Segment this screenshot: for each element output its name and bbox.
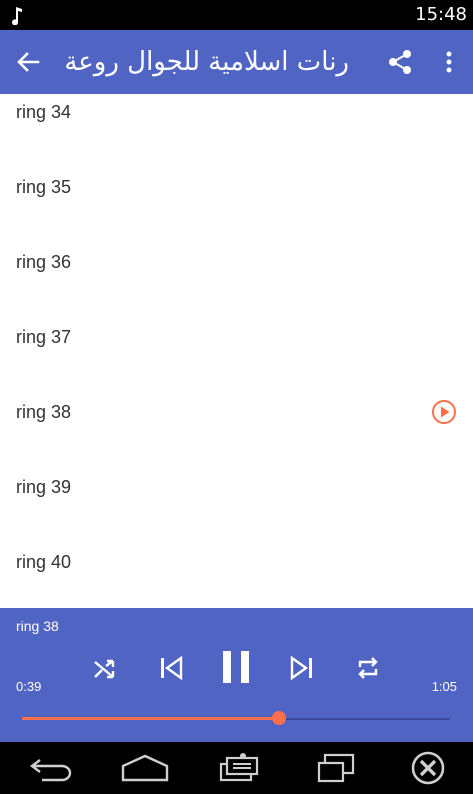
status-time: 15:48 bbox=[415, 4, 467, 25]
duration-time: 1:05 bbox=[431, 679, 457, 694]
more-vert-icon[interactable] bbox=[440, 48, 458, 76]
back-icon[interactable] bbox=[28, 752, 74, 784]
list-item[interactable]: ring 35 bbox=[0, 177, 473, 252]
shuffle-icon[interactable] bbox=[92, 656, 118, 682]
progress-thumb[interactable] bbox=[271, 711, 286, 725]
previous-icon[interactable] bbox=[157, 654, 185, 682]
back-arrow-icon[interactable] bbox=[14, 48, 42, 76]
app-title: رنات اسلامية للجوال روعة bbox=[64, 47, 349, 77]
pause-icon[interactable] bbox=[219, 649, 253, 685]
now-playing-title: ring 38 bbox=[16, 618, 59, 634]
media-player: ring 38 0:39 1:05 bbox=[0, 608, 473, 742]
list-item-label: ring 38 bbox=[16, 402, 72, 422]
current-time: 0:39 bbox=[16, 679, 42, 694]
list-item[interactable]: ring 40 bbox=[0, 552, 473, 608]
list-item[interactable]: ring 34 bbox=[0, 102, 473, 177]
navigation-bar bbox=[0, 742, 473, 794]
list-item-label: ring 36 bbox=[16, 252, 72, 272]
next-icon[interactable] bbox=[288, 654, 316, 682]
menu-icon[interactable] bbox=[215, 752, 265, 784]
list-item-label: ring 37 bbox=[16, 327, 72, 347]
play-circle-icon[interactable] bbox=[431, 399, 457, 425]
progress-fill bbox=[22, 717, 279, 720]
list-item-label: ring 35 bbox=[16, 177, 72, 197]
close-icon[interactable] bbox=[410, 750, 446, 786]
list-item-label: ring 39 bbox=[16, 477, 72, 497]
list-item-label: ring 34 bbox=[16, 102, 72, 122]
home-icon[interactable] bbox=[120, 752, 170, 784]
list-item[interactable]: ring 37 bbox=[0, 327, 473, 402]
app-bar: رنات اسلامية للجوال روعة bbox=[0, 30, 473, 94]
list-item-label: ring 40 bbox=[16, 552, 72, 572]
ringtone-list: ring 34 ring 35 ring 36 ring 37 ring 38 ring … bbox=[0, 94, 473, 608]
list-item[interactable]: ring 39 bbox=[0, 477, 473, 552]
share-icon[interactable] bbox=[386, 48, 414, 76]
repeat-icon[interactable] bbox=[354, 654, 382, 682]
list-item[interactable]: ring 38 bbox=[0, 399, 473, 477]
list-item[interactable]: ring 36 bbox=[0, 252, 473, 327]
status-bar: 15:48 bbox=[0, 0, 473, 30]
recents-icon[interactable] bbox=[315, 752, 357, 784]
music-note-icon bbox=[12, 7, 22, 25]
